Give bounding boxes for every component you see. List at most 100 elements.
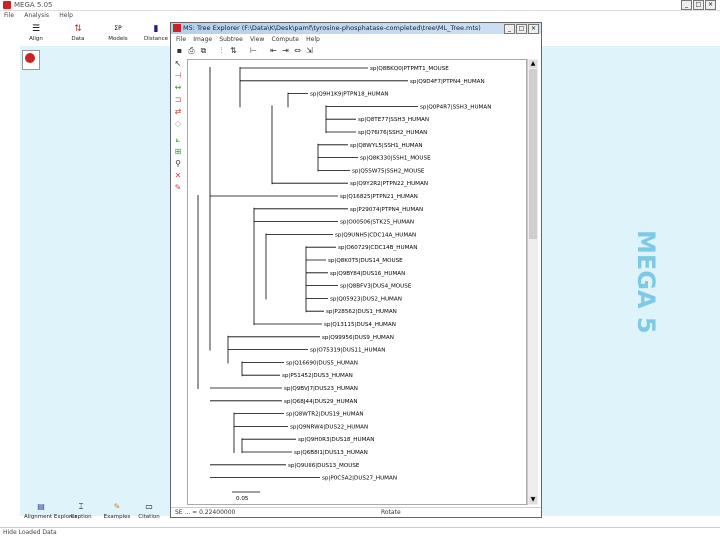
search-icon[interactable]: ⚲	[173, 159, 183, 169]
scroll-up-arrow[interactable]: ▲	[529, 60, 537, 68]
taxon-label[interactable]: sp|O75319|DUS11_HUMAN	[310, 348, 385, 354]
taxon-label[interactable]: sp|Q8WTR2|DUS19_HUMAN	[286, 412, 364, 418]
tree-minimize-button[interactable]: _	[504, 24, 515, 34]
taxon-label[interactable]: sp|Q9UNH5|CDC14A_HUMAN	[335, 232, 416, 238]
close-button[interactable]: ×	[705, 0, 716, 10]
left-pane	[0, 46, 20, 516]
taxon-label[interactable]: sp|P28562|DUS1_HUMAN	[326, 309, 397, 315]
taxon-label[interactable]: sp|Q9H0R3|DUS18_HUMAN	[298, 437, 374, 443]
taxon-label[interactable]: sp|Q8K330|SSH1_MOUSE	[360, 156, 431, 162]
data-button[interactable]: ⇅ Data	[60, 22, 96, 46]
scale-bar-label: 0.05	[236, 496, 249, 502]
taxon-label[interactable]: sp|Q68J44|DUS29_HUMAN	[284, 399, 358, 405]
taxon-label[interactable]: sp|Q05923|DUS2_HUMAN	[330, 296, 402, 302]
taxon-label[interactable]: sp|P0C5A2|DUS27_HUMAN	[322, 476, 397, 482]
tree-menu-image[interactable]: Image	[193, 36, 212, 43]
taxon-label[interactable]: sp|Q5SW75|SSH2_MOUSE	[352, 168, 425, 174]
tree-menu-help[interactable]: Help	[306, 36, 320, 43]
distance-button[interactable]: ▮ Distance	[138, 22, 174, 46]
taxon-label[interactable]: sp|Q8K0T5|DUS14_MOUSE	[328, 258, 403, 264]
maximize-button[interactable]: □	[693, 0, 704, 10]
phylogenetic-tree: sp|Q8BKQ0|PTPMT1_MOUSE sp|Q9D4F7|PTPN4_HU…	[197, 66, 491, 502]
examples-button[interactable]: ✎ Examples	[100, 502, 134, 520]
taxon-label[interactable]: sp|Q16825|PTPN21_HUMAN	[340, 194, 418, 200]
tree-menu-subtree[interactable]: Subtree	[219, 36, 243, 43]
menu-analysis[interactable]: Analysis	[24, 12, 49, 19]
taxon-label[interactable]: sp|Q0P4R7|SSH3_HUMAN	[420, 104, 491, 110]
alignment-explorer-button[interactable]: ▤ Alignment Explorer	[24, 502, 77, 520]
flip-icon[interactable]: ↔	[173, 83, 183, 93]
taxon-label[interactable]: sp|Q13115|DUS4_HUMAN	[324, 322, 396, 328]
taxon-label[interactable]: sp|Q9BVJ7|DUS23_HUMAN	[284, 386, 358, 392]
zoom-out-icon[interactable]: ⇥	[281, 46, 290, 55]
edit-icon[interactable]: ✎	[173, 183, 183, 193]
swap-icon[interactable]: ⇄	[173, 107, 183, 117]
main-status-text: Hide Loaded Data	[3, 529, 57, 536]
resize-icon[interactable]: ⇔	[293, 46, 302, 55]
taxon-label[interactable]: sp|P29074|PTPN4_HUMAN	[350, 207, 423, 213]
toggle-icon[interactable]: ⇅	[229, 46, 238, 55]
taxon-label[interactable]: sp|Q9D4F7|PTPN4_HUMAN	[410, 79, 485, 85]
tree-style-icon[interactable]: ⫶	[217, 46, 226, 55]
taxon-label[interactable]: sp|Q8BKQ0|PTPMT1_MOUSE	[370, 66, 449, 72]
tree-window-title-bar: M5: Tree Explorer (F:\Data\K\Desk\pamf\t…	[171, 23, 541, 34]
menu-file[interactable]: File	[4, 12, 14, 19]
copy-icon[interactable]: ⧉	[199, 46, 208, 55]
taxon-label[interactable]: sp|Q8TE77|SSH3_HUMAN	[358, 117, 429, 123]
align-icon: ☰	[31, 24, 41, 34]
main-window-controls: _ □ ×	[681, 0, 716, 10]
workspace-area	[20, 46, 170, 516]
open-file-icon[interactable]	[22, 50, 40, 70]
background-panel	[540, 46, 720, 516]
delete-icon[interactable]: ✕	[173, 171, 183, 181]
models-button[interactable]: ΣP Models	[100, 22, 136, 46]
align-button[interactable]: ☰ Align	[18, 22, 54, 46]
tree-window-controls: _ □ ×	[504, 24, 539, 34]
taxon-label[interactable]: sp|O00506|STK25_HUMAN	[340, 220, 414, 226]
branch-icon[interactable]: ⟀	[173, 135, 183, 145]
tree-menu-file[interactable]: File	[176, 36, 186, 43]
taxon-label[interactable]: sp|Q8BFV3|DUS4_MOUSE	[340, 284, 412, 290]
scroll-thumb[interactable]	[529, 69, 537, 239]
taxon-label[interactable]: sp|Q8WYL5|SSH1_HUMAN	[350, 143, 423, 149]
taxon-label[interactable]: sp|Q99956|DUS9_HUMAN	[322, 335, 394, 341]
print-icon[interactable]: ⎙	[187, 46, 196, 55]
alignment-explorer-icon: ▤	[37, 502, 45, 511]
taxon-label[interactable]: sp|Q6B8I1|DUS13_HUMAN	[294, 450, 368, 456]
taxon-label[interactable]: sp|Q9BY84|DUS16_HUMAN	[330, 271, 405, 277]
minimize-button[interactable]: _	[681, 0, 692, 10]
topology-icon[interactable]: ⊢	[249, 46, 258, 55]
save-icon[interactable]: ▪	[175, 46, 184, 55]
tree-menu-view[interactable]: View	[250, 36, 264, 43]
taxon-label[interactable]: sp|P51452|DUS3_HUMAN	[282, 373, 353, 379]
vertical-scrollbar[interactable]: ▲ ▼	[527, 59, 538, 505]
taxon-label[interactable]: sp|Q9UII6|DUS13_MOUSE	[288, 463, 360, 469]
citation-button[interactable]: ▭ Citation	[132, 502, 166, 520]
tree-canvas[interactable]: sp|Q8BKQ0|PTPMT1_MOUSE sp|Q9D4F7|PTPN4_HU…	[187, 59, 527, 505]
tree-close-button[interactable]: ×	[528, 24, 539, 34]
taxon-label[interactable]: sp|Q9Y2R2|PTPN22_HUMAN	[350, 181, 428, 187]
taxon-label[interactable]: sp|Q9NRW4|DUS22_HUMAN	[290, 424, 368, 430]
root-icon[interactable]: ⊣	[173, 71, 183, 81]
pointer-icon[interactable]: ↖	[173, 59, 183, 69]
taxon-label[interactable]: sp|Q76I76|SSH2_HUMAN	[358, 130, 427, 136]
mega-watermark: MEGA 5	[632, 230, 660, 334]
taxon-label[interactable]: sp|Q16690|DUS5_HUMAN	[286, 360, 358, 366]
taxon-label[interactable]: sp|Q9H1K9|PTPN18_HUMAN	[310, 92, 389, 98]
caption-button[interactable]: ⌶ Caption	[64, 502, 98, 520]
layout-icon[interactable]: ⊞	[173, 147, 183, 157]
tree-maximize-button[interactable]: □	[516, 24, 527, 34]
fit-icon[interactable]: ⇲	[305, 46, 314, 55]
compress-icon[interactable]: ⊐	[173, 95, 183, 105]
bottom-toolbar: ▤ Alignment Explorer ⌶ Caption ✎ Example…	[0, 502, 170, 524]
taxon-label[interactable]: sp|O60729|CDC14B_HUMAN	[338, 245, 417, 251]
tree-menu-compute[interactable]: Compute	[272, 36, 299, 43]
main-window-title: MEGA 5.05	[14, 1, 53, 9]
menu-help[interactable]: Help	[59, 12, 73, 19]
citation-icon: ▭	[145, 502, 153, 511]
tree-explorer-window: M5: Tree Explorer (F:\Data\K\Desk\pamf\t…	[170, 22, 542, 518]
main-menu-bar: File Analysis Help	[0, 11, 720, 20]
scroll-down-arrow[interactable]: ▼	[529, 496, 537, 504]
zoom-in-icon[interactable]: ⇤	[269, 46, 278, 55]
mark-icon[interactable]: ◇	[173, 119, 183, 129]
